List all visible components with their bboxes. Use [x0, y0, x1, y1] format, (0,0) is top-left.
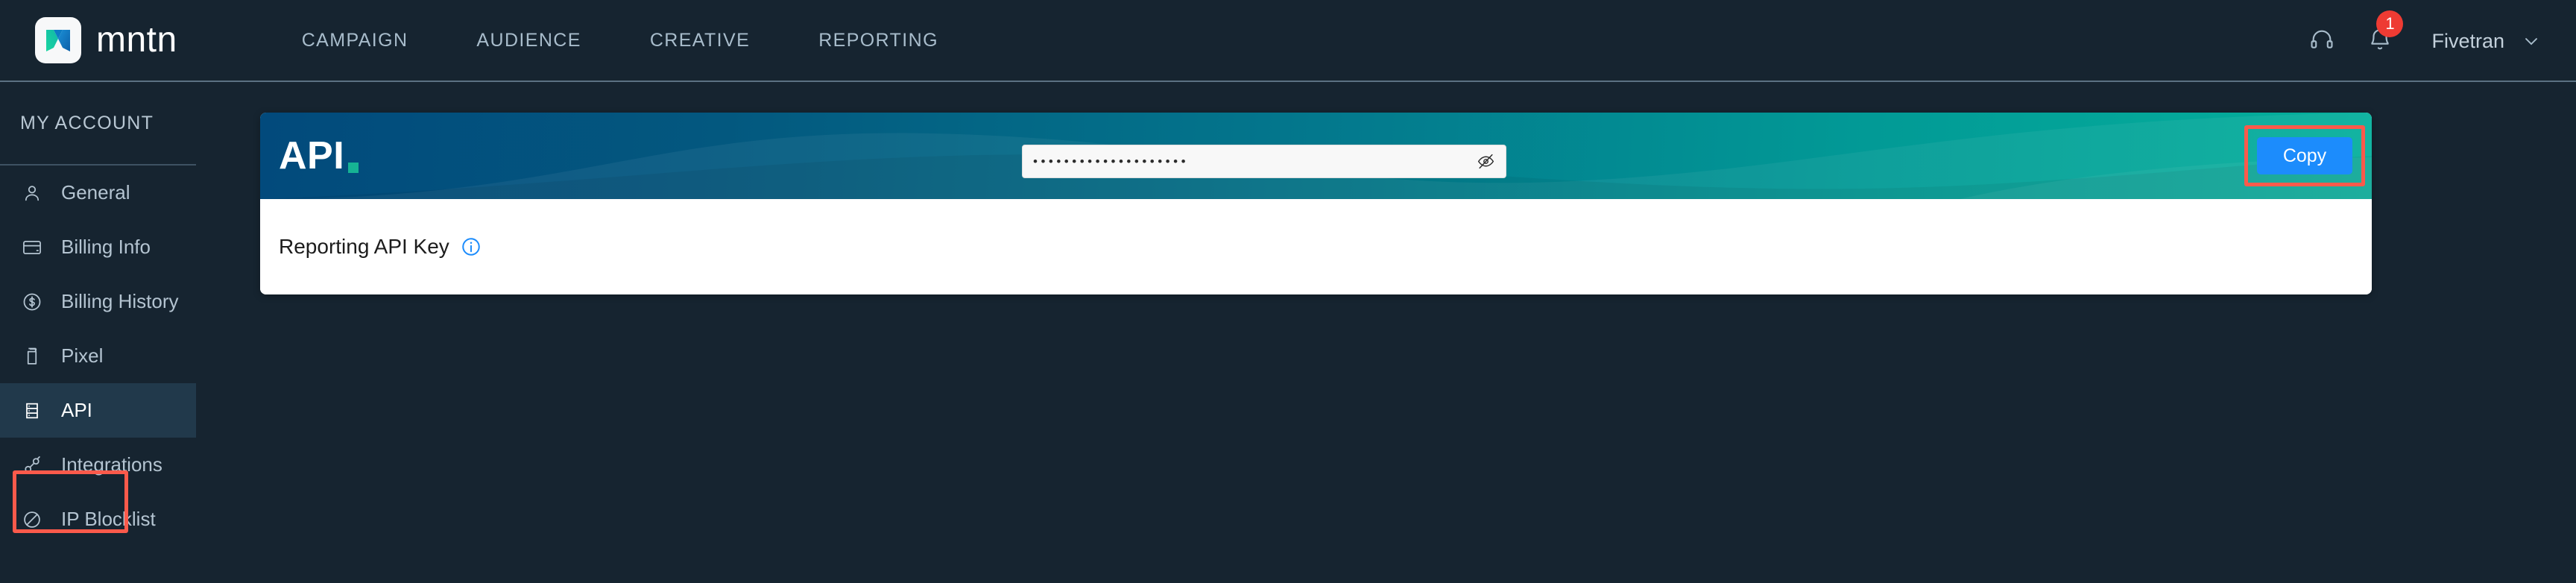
sidebar-item-label: Billing History — [61, 290, 179, 312]
api-key-value: •••••••••••••••••••• — [1033, 154, 1190, 168]
sidebar-item-label: Pixel — [61, 344, 104, 367]
sidebar: MY ACCOUNT General Billing Info Billing … — [0, 82, 196, 583]
sidebar-item-label: Billing Info — [61, 236, 151, 258]
top-navigation-bar: mntn CAMPAIGN AUDIENCE CREATIVE REPORTIN… — [0, 0, 2576, 82]
nav-item-audience[interactable]: AUDIENCE — [476, 30, 581, 51]
mntn-m-logo-icon — [35, 17, 81, 63]
sidebar-item-label: General — [61, 181, 130, 204]
brand-logo[interactable]: mntn — [35, 17, 177, 63]
api-key-label: Reporting API Key — [279, 235, 482, 259]
credit-card-icon — [22, 237, 47, 258]
dollar-circle-icon — [22, 292, 47, 312]
sidebar-item-billing-info[interactable]: Billing Info — [0, 220, 196, 274]
api-key-field[interactable]: •••••••••••••••••••• — [1022, 145, 1506, 178]
copy-button[interactable]: Copy — [2257, 137, 2352, 174]
nav-item-creative[interactable]: CREATIVE — [650, 30, 750, 51]
top-bar-actions: 1 Fivetran — [2276, 0, 2542, 82]
brand-name: mntn — [96, 20, 177, 60]
api-card: API Reporting API Key ••••••••••••••••••… — [260, 113, 2372, 294]
headset-icon — [2309, 27, 2334, 56]
plug-connect-icon — [22, 455, 47, 476]
page-title-text: API — [279, 134, 345, 177]
copy-button-wrapper: Copy — [2244, 125, 2365, 186]
user-menu-label[interactable]: Fivetran — [2431, 30, 2504, 53]
sidebar-item-pixel[interactable]: Pixel — [0, 329, 196, 383]
sidebar-item-integrations[interactable]: Integrations — [0, 438, 196, 492]
notification-count-badge: 1 — [2376, 10, 2404, 37]
server-list-icon — [22, 400, 47, 421]
chevron-down-icon[interactable] — [2521, 31, 2542, 51]
sidebar-item-general[interactable]: General — [0, 166, 196, 220]
nav-item-reporting[interactable]: REPORTING — [818, 30, 938, 51]
app-root: mntn CAMPAIGN AUDIENCE CREATIVE REPORTIN… — [0, 0, 2576, 583]
documents-icon — [22, 346, 47, 367]
main-content: API Reporting API Key ••••••••••••••••••… — [196, 83, 2576, 583]
sidebar-title: MY ACCOUNT — [0, 82, 196, 166]
sidebar-item-billing-history[interactable]: Billing History — [0, 274, 196, 329]
user-icon — [22, 183, 47, 204]
notifications-button[interactable]: 1 — [2367, 10, 2404, 56]
block-circle-icon — [22, 509, 47, 530]
title-accent-dot — [348, 163, 359, 173]
info-circle-icon[interactable] — [460, 236, 482, 258]
api-key-label-text: Reporting API Key — [279, 235, 449, 258]
sidebar-item-api[interactable]: API — [0, 383, 196, 438]
sidebar-item-label: IP Blocklist — [61, 508, 156, 530]
nav-item-campaign[interactable]: CAMPAIGN — [302, 30, 408, 51]
sidebar-item-ip-blocklist[interactable]: IP Blocklist — [0, 492, 196, 546]
sidebar-item-label: API — [61, 399, 92, 421]
main-nav: CAMPAIGN AUDIENCE CREATIVE REPORTING — [302, 30, 1007, 51]
eye-off-icon[interactable] — [1477, 152, 1495, 171]
sidebar-item-label: Integrations — [61, 453, 162, 476]
api-key-row: Reporting API Key •••••••••••••••••••• C… — [260, 125, 2372, 294]
page-title: API — [279, 136, 359, 175]
support-button[interactable] — [2309, 27, 2334, 56]
